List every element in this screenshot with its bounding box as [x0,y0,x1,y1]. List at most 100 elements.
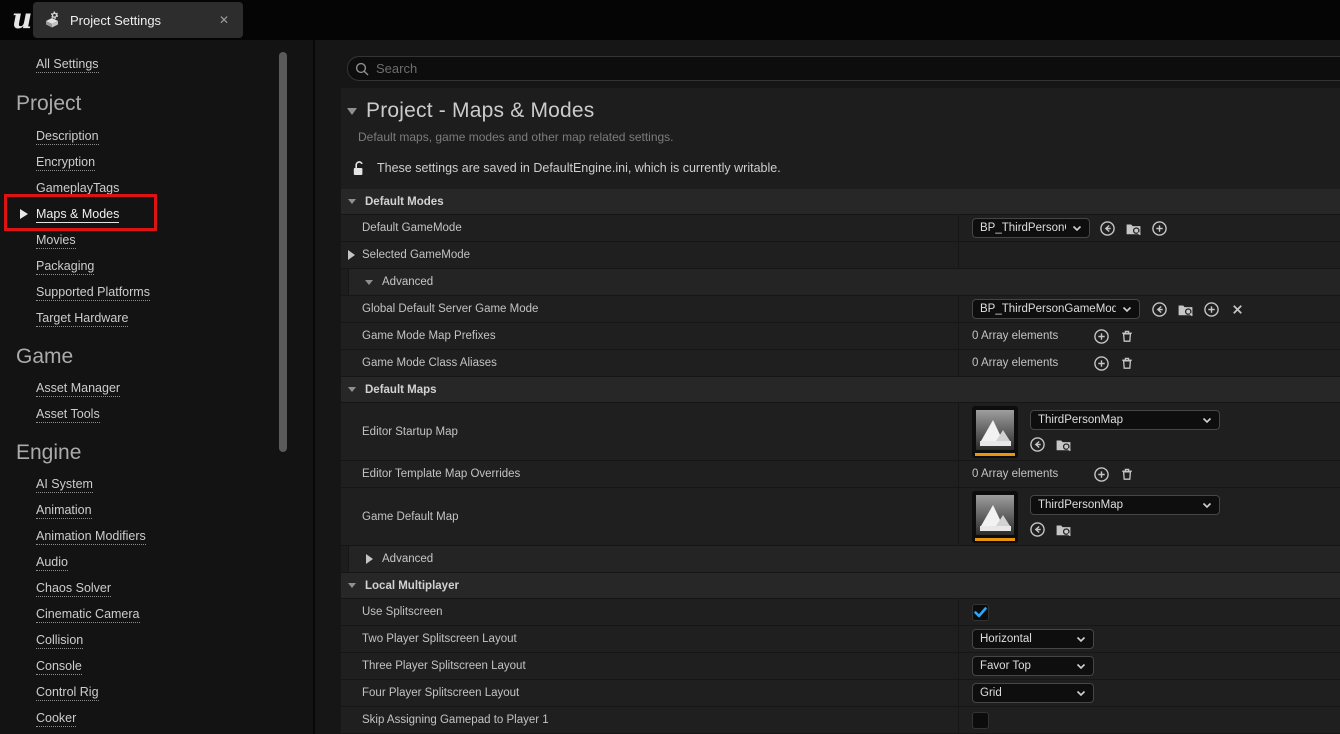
sidebar-item-animation-modifiers[interactable]: Animation Modifiers [36,529,146,545]
row-skip-assigning-gamepad: Skip Assigning Gamepad to Player 1 [341,707,1340,734]
browse-to-asset-icon[interactable] [1054,520,1072,538]
mountain-icon [976,495,1014,535]
sidebar-item-asset-manager[interactable]: Asset Manager [36,381,120,397]
collapse-icon [348,199,356,204]
row-global-default-server-game-mode: Global Default Server Game Mode BP_Third… [341,296,1340,323]
sidebar-item-movies[interactable]: Movies [36,233,76,249]
two-player-layout-dropdown[interactable]: Horizontal [972,629,1094,649]
use-selected-asset-icon[interactable] [1098,219,1116,237]
map-thumbnail[interactable] [972,406,1018,458]
use-splitscreen-checkbox-checked[interactable] [972,604,989,621]
row-editor-startup-map: Editor Startup Map [341,403,1340,461]
browse-to-asset-icon[interactable] [1054,435,1072,453]
four-player-layout-dropdown[interactable]: Grid [972,683,1094,703]
sidebar-item-audio[interactable]: Audio [36,555,68,571]
checkmark-icon [974,607,987,618]
chevron-down-icon [1076,689,1086,697]
sidebar-item-packaging[interactable]: Packaging [36,259,94,275]
game-default-map-dropdown[interactable]: ThirdPersonMap [1030,495,1220,515]
three-player-layout-dropdown[interactable]: Favor Top [972,656,1094,676]
section-header-default-modes[interactable]: Default Modes [341,189,1340,215]
sidebar-item-supported-platforms[interactable]: Supported Platforms [36,285,150,301]
unlocked-padlock-icon [352,160,367,177]
sidebar-item-control-rig[interactable]: Control Rig [36,685,99,701]
tab-close-icon[interactable]: ✕ [215,11,233,29]
new-asset-plus-icon[interactable] [1202,300,1220,318]
sidebar-item-collision[interactable]: Collision [36,633,83,649]
search-bar[interactable] [347,56,1340,81]
unreal-logo-icon: u [8,2,36,36]
chevron-down-icon [1202,501,1212,509]
add-element-plus-icon[interactable] [1092,354,1110,372]
browse-to-asset-icon[interactable] [1176,300,1194,318]
clear-array-trash-icon[interactable] [1118,327,1136,345]
row-editor-template-map-overrides: Editor Template Map Overrides 0 Array el… [341,461,1340,488]
sidebar-section-game: Game [16,345,73,369]
asset-type-color-bar [975,538,1015,541]
chevron-down-icon [1076,662,1086,670]
sidebar-scrollbar[interactable] [279,52,287,452]
section-header-local-multiplayer[interactable]: Local Multiplayer [341,573,1340,599]
page-collapse-icon[interactable] [347,108,357,115]
settings-panel: Project - Maps & Modes Default maps, gam… [341,88,1340,734]
browse-to-asset-icon[interactable] [1124,219,1142,237]
array-elements-count: 0 Array elements [972,330,1084,342]
sidebar-item-cooker[interactable]: Cooker [36,711,76,727]
editor-startup-map-dropdown[interactable]: ThirdPersonMap [1030,410,1220,430]
project-settings-gear-box-icon [43,11,61,29]
clear-array-trash-icon[interactable] [1118,465,1136,483]
row-game-mode-map-prefixes: Game Mode Map Prefixes 0 Array elements [341,323,1340,350]
section-header-default-maps[interactable]: Default Maps [341,377,1340,403]
default-gamemode-dropdown[interactable]: BP_ThirdPersonGameMode [972,218,1090,238]
sidebar-item-cinematic-camera[interactable]: Cinematic Camera [36,607,140,623]
expand-icon [366,554,373,564]
panel-divider [313,40,315,734]
row-game-default-map: Game Default Map [341,488,1340,546]
new-asset-plus-icon[interactable] [1150,219,1168,237]
skip-gamepad-checkbox-unchecked[interactable] [972,712,989,729]
sidebar-item-description[interactable]: Description [36,129,99,145]
clear-value-x-icon[interactable] [1228,300,1246,318]
sidebar-item-chaos-solver[interactable]: Chaos Solver [36,581,111,597]
clear-array-trash-icon[interactable] [1118,354,1136,372]
advanced-section-collapsed[interactable]: Advanced [341,546,1340,573]
sidebar-item-asset-tools[interactable]: Asset Tools [36,407,100,423]
add-element-plus-icon[interactable] [1092,327,1110,345]
sidebar-item-encryption[interactable]: Encryption [36,155,95,171]
sidebar-item-animation[interactable]: Animation [36,503,92,519]
chevron-down-icon [1072,224,1082,232]
annotation-highlight-box [4,194,157,231]
expand-icon[interactable] [348,250,355,260]
config-file-note: These settings are saved in DefaultEngin… [377,161,781,175]
row-four-player-splitscreen-layout: Four Player Splitscreen Layout Grid [341,680,1340,707]
sidebar-item-console[interactable]: Console [36,659,82,675]
chevron-down-icon [1202,416,1212,424]
sidebar-item-ai-system[interactable]: AI System [36,477,93,493]
row-selected-gamemode[interactable]: Selected GameMode [341,242,1340,269]
tab-label: Project Settings [70,13,215,28]
page-subtitle: Default maps, game modes and other map r… [358,130,1340,145]
row-default-gamemode: Default GameMode BP_ThirdPersonGameMode [341,215,1340,242]
use-selected-asset-icon[interactable] [1028,435,1046,453]
sidebar-item-all-settings[interactable]: All Settings [36,57,99,73]
use-selected-asset-icon[interactable] [1028,520,1046,538]
title-bar: u Project Settings ✕ [0,0,1340,40]
collapse-icon [348,583,356,588]
sidebar-section-project: Project [16,92,81,116]
collapse-icon [348,387,356,392]
row-three-player-splitscreen-layout: Three Player Splitscreen Layout Favor To… [341,653,1340,680]
global-server-gamemode-dropdown[interactable]: BP_ThirdPersonGameMode [972,299,1140,319]
map-thumbnail[interactable] [972,491,1018,543]
sidebar-item-target-hardware[interactable]: Target Hardware [36,311,128,327]
search-input[interactable] [376,61,1263,76]
add-element-plus-icon[interactable] [1092,465,1110,483]
settings-sidebar: All Settings Project Description Encrypt… [0,40,313,734]
chevron-down-icon [1076,635,1086,643]
advanced-section-expanded[interactable]: Advanced [341,269,1340,296]
sidebar-section-engine: Engine [16,441,81,465]
page-title: Project - Maps & Modes [366,99,594,123]
tab-project-settings[interactable]: Project Settings ✕ [33,2,243,38]
use-selected-asset-icon[interactable] [1150,300,1168,318]
asset-type-color-bar [975,453,1015,456]
main-area: Project - Maps & Modes Default maps, gam… [313,40,1340,734]
